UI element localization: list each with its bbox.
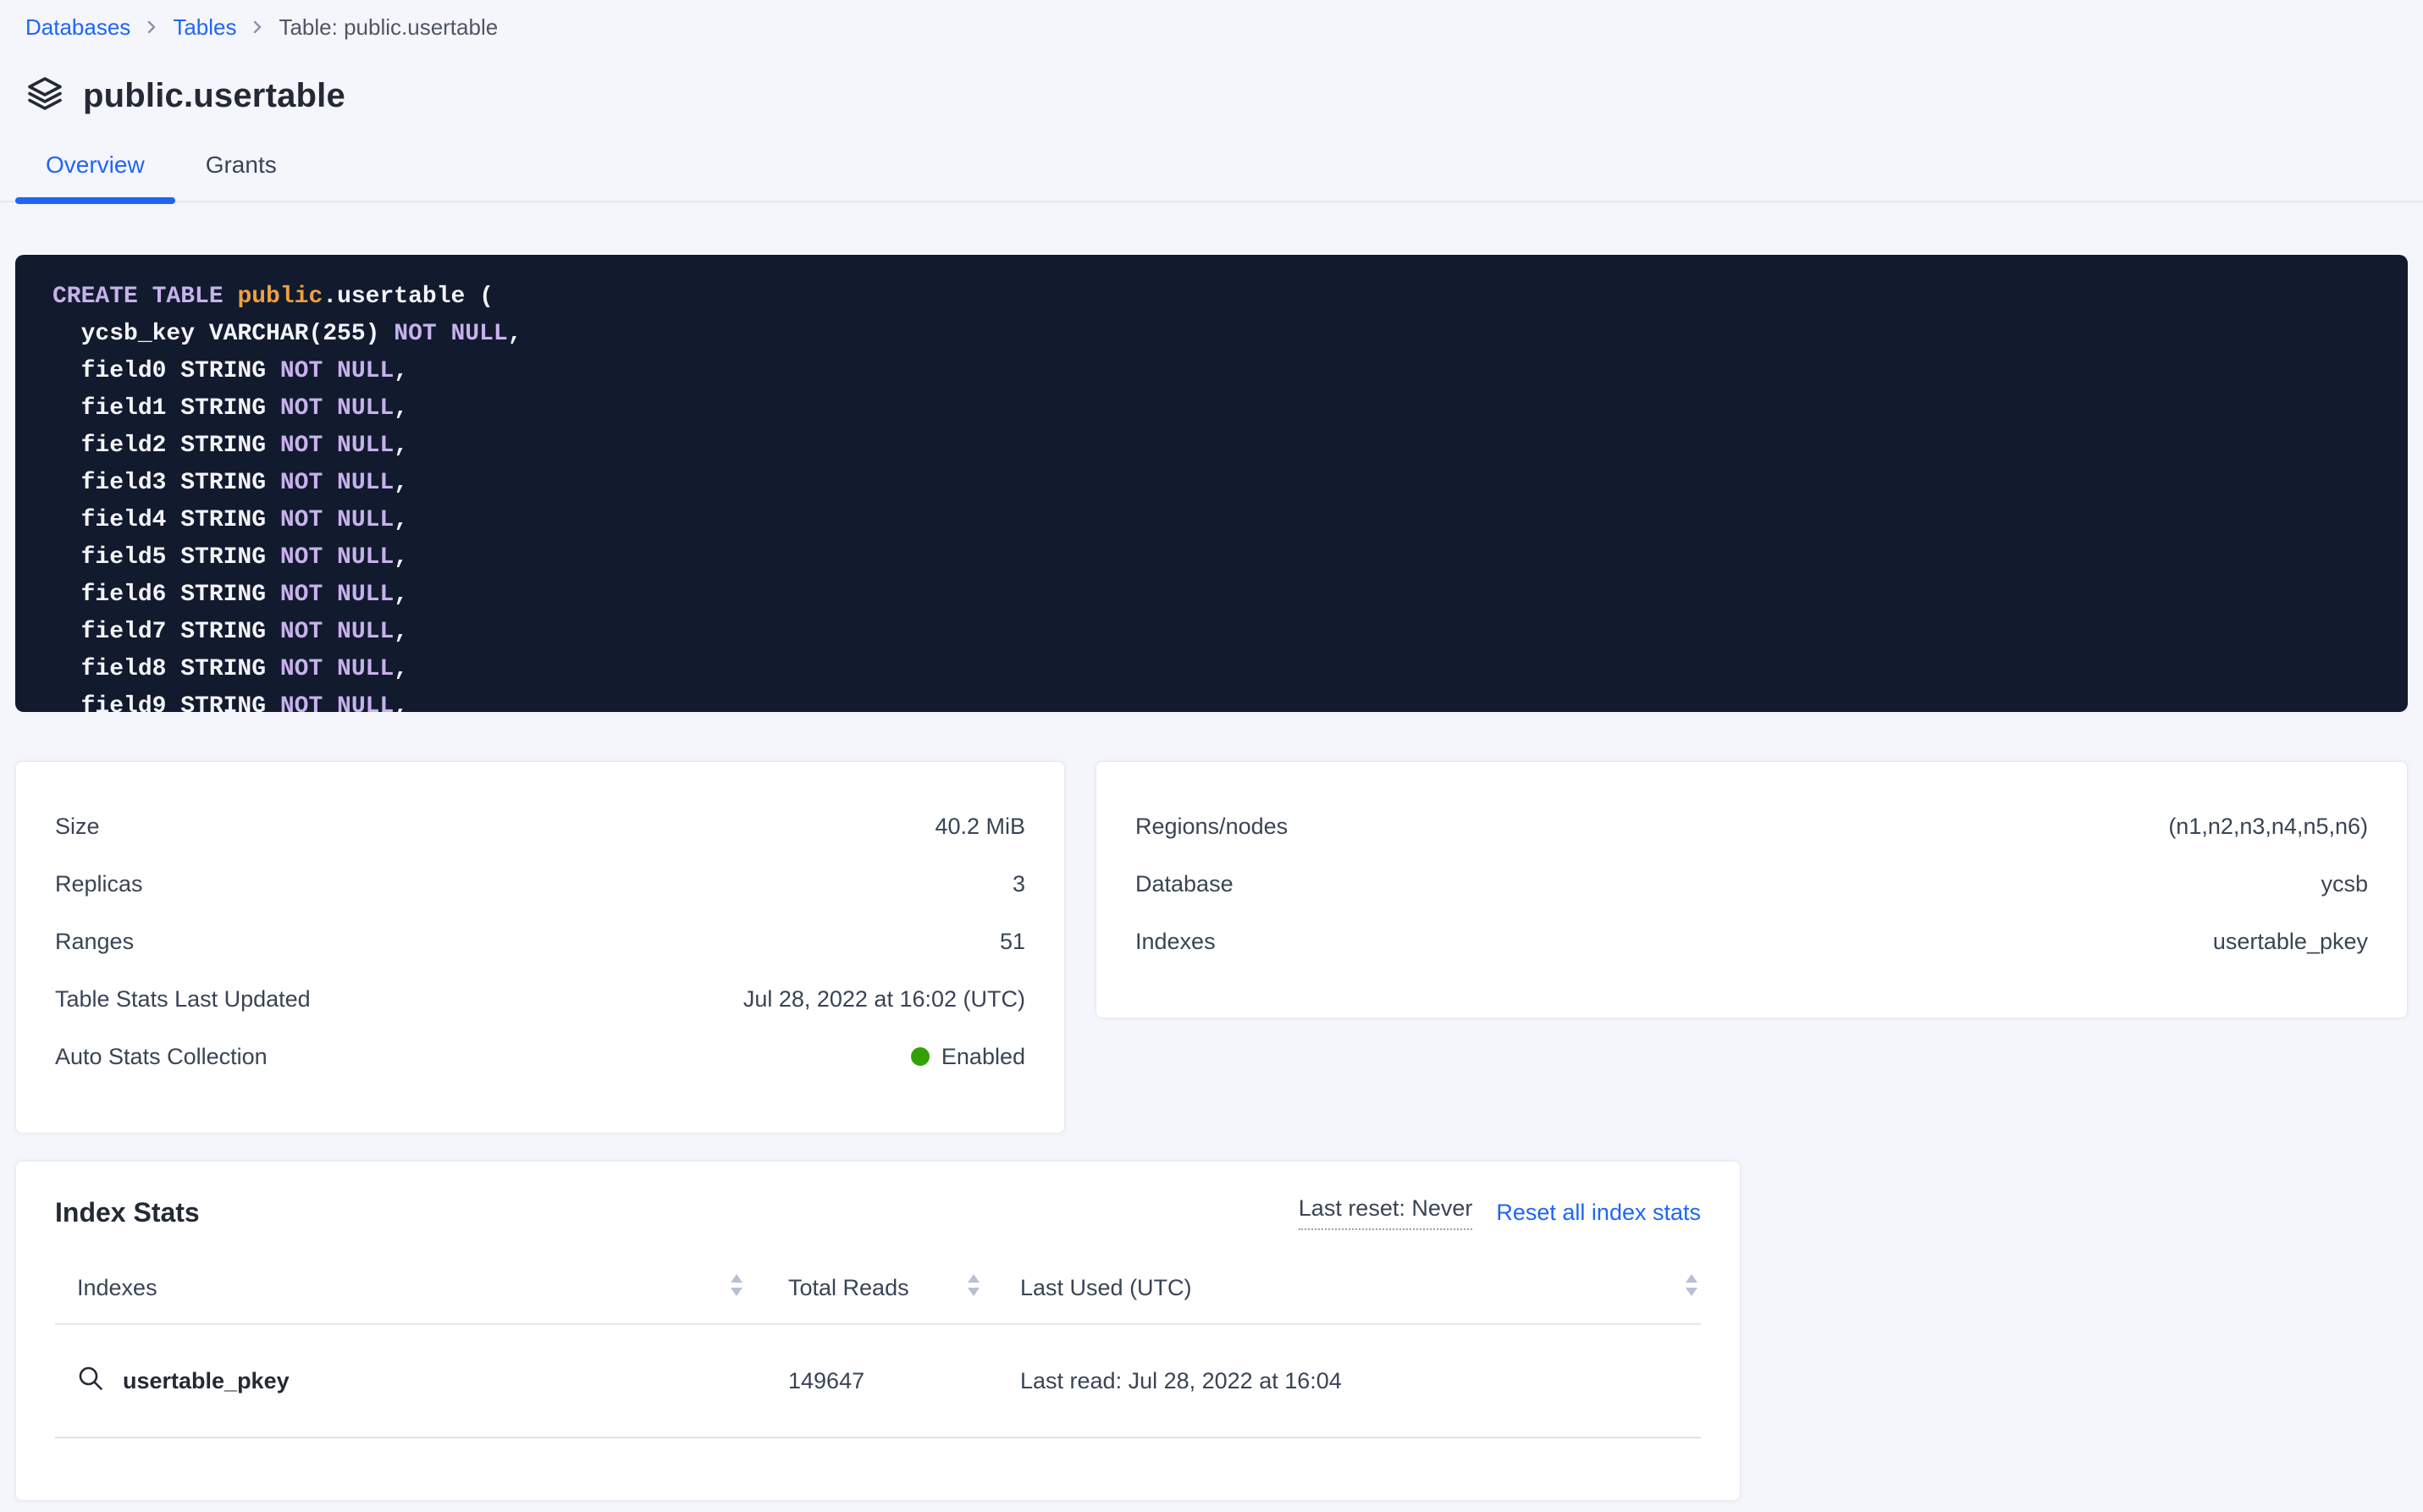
chevron-right-icon [250,19,265,35]
total-reads-value: 149647 [788,1368,864,1394]
tab-grants[interactable]: Grants [175,152,307,201]
page-title-row: public.usertable [25,74,2423,118]
create-table-sql-box[interactable]: CREATE TABLE public.usertable ( ycsb_key… [15,255,2408,712]
index-stats-table: Indexes Total Reads Last Used (UTC) [55,1271,1701,1438]
magnifier-icon [77,1365,104,1398]
summary-label: Indexes [1135,929,1216,955]
summary-value: 3 [1013,871,1025,897]
summary-row-database: Database ycsb [1135,855,2368,913]
summary-value: Jul 28, 2022 at 16:02 (UTC) [743,986,1025,1013]
sql-line: field5 STRING NOT NULL, [52,539,2371,577]
sql-line: field3 STRING NOT NULL, [52,465,2371,502]
summary-label: Replicas [55,871,143,897]
summary-row-regions: Regions/nodes (n1,n2,n3,n4,n5,n6) [1135,797,2368,855]
summary-row-indexes: Indexes usertable_pkey [1135,913,2368,970]
index-stats-actions: Last reset: Never Reset all index stats [1299,1195,1701,1230]
summary-value: (n1,n2,n3,n4,n5,n6) [2168,814,2368,840]
summary-value: usertable_pkey [2213,929,2368,955]
index-stats-title: Index Stats [55,1197,200,1228]
status-text: Enabled [941,1044,1025,1070]
sql-line: field6 STRING NOT NULL, [52,577,2371,614]
status-dot-enabled [911,1047,930,1066]
sql-line: field4 STRING NOT NULL, [52,502,2371,539]
summary-cards-row: Size 40.2 MiB Replicas 3 Ranges 51 Table… [15,761,2408,1134]
last-used-value: Last read: Jul 28, 2022 at 16:04 [1020,1368,1342,1394]
summary-label: Size [55,814,100,840]
column-header-last-used[interactable]: Last Used (UTC) [1020,1275,1192,1301]
summary-label: Regions/nodes [1135,814,1288,840]
table-details-card: Regions/nodes (n1,n2,n3,n4,n5,n6) Databa… [1096,761,2408,1018]
sort-icon[interactable] [964,1272,983,1305]
sql-line: field0 STRING NOT NULL, [52,353,2371,390]
summary-value: ycsb [2321,871,2368,897]
table-row-usertable-pkey[interactable]: usertable_pkey 149647 Last read: Jul 28,… [55,1325,1701,1438]
sql-line: field1 STRING NOT NULL, [52,390,2371,428]
summary-row-replicas: Replicas 3 [55,855,1025,913]
table-stack-icon [25,74,64,118]
sql-line: ycsb_key VARCHAR(255) NOT NULL, [52,316,2371,353]
tab-bar: Overview Grants [25,152,2423,201]
summary-value: 40.2 MiB [935,814,1025,840]
column-header-indexes[interactable]: Indexes [77,1275,157,1301]
sql-line: field8 STRING NOT NULL, [52,651,2371,688]
breadcrumb-current: Table: public.usertable [279,14,498,41]
sql-line: field2 STRING NOT NULL, [52,428,2371,465]
table-summary-card: Size 40.2 MiB Replicas 3 Ranges 51 Table… [15,761,1065,1134]
sql-line: CREATE TABLE public.usertable ( [52,279,2371,316]
index-name-cell[interactable]: usertable_pkey [77,1365,290,1398]
tab-overview[interactable]: Overview [15,152,175,201]
sort-icon[interactable] [727,1272,746,1305]
index-stats-table-header: Indexes Total Reads Last Used (UTC) [55,1271,1701,1305]
reset-index-stats-link[interactable]: Reset all index stats [1496,1200,1701,1226]
breadcrumb: Databases Tables Table: public.usertable [0,0,2423,41]
summary-row-ranges: Ranges 51 [55,913,1025,970]
tabs-divider [0,201,2423,202]
last-reset-label: Last reset: Never [1299,1195,1473,1230]
page-title: public.usertable [83,77,345,115]
sql-line: field7 STRING NOT NULL, [52,614,2371,651]
summary-label: Database [1135,871,1234,897]
column-header-total-reads[interactable]: Total Reads [788,1275,909,1301]
index-name[interactable]: usertable_pkey [123,1368,290,1394]
index-stats-header: Index Stats Last reset: Never Reset all … [55,1195,1701,1230]
summary-row-stats-updated: Table Stats Last Updated Jul 28, 2022 at… [55,970,1025,1028]
index-stats-card: Index Stats Last reset: Never Reset all … [15,1161,1741,1501]
summary-row-auto-stats: Auto Stats Collection Enabled [55,1028,1025,1085]
breadcrumb-link-tables[interactable]: Tables [173,14,236,41]
summary-value: Enabled [911,1044,1025,1070]
sort-icon[interactable] [1682,1272,1701,1305]
summary-label: Auto Stats Collection [55,1044,268,1070]
summary-label: Ranges [55,929,134,955]
breadcrumb-link-databases[interactable]: Databases [25,14,130,41]
summary-value: 51 [1000,929,1025,955]
sql-line: field9 STRING NOT NULL, [52,688,2371,712]
chevron-right-icon [144,19,159,35]
summary-row-size: Size 40.2 MiB [55,797,1025,855]
summary-label: Table Stats Last Updated [55,986,311,1013]
